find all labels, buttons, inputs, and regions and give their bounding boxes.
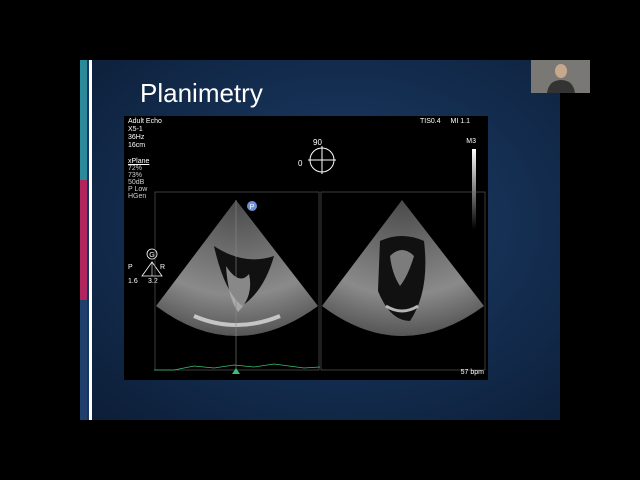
xplane-setting: P Low — [128, 186, 148, 193]
probe-value-left: 1.6 — [128, 278, 138, 285]
webcam-thumbnail[interactable] — [531, 60, 590, 93]
left-scan-plane: P — [154, 191, 320, 374]
probe-left-label: P — [128, 264, 133, 271]
side-band-pink — [80, 180, 87, 300]
echo-image: Adult Echo X5-1 36Hz 16cm xPlane 72% 73%… — [124, 116, 488, 380]
xplane-header: xPlane — [128, 158, 150, 165]
presentation-slide: Planimetry Adult Echo X5-1 36Hz 16cm xPl… — [80, 60, 560, 420]
xplane-setting: 72% — [128, 165, 143, 172]
heart-rate: 57 bpm — [460, 369, 484, 376]
slide-title: Planimetry — [140, 78, 263, 108]
side-band-teal — [80, 60, 87, 180]
side-band-navy — [80, 300, 87, 420]
right-scan-plane — [320, 191, 486, 371]
image-marker: P — [250, 204, 255, 211]
xplane-setting: 73% — [128, 172, 143, 179]
xplane-settings: xPlane 72% 73% 50dB P Low HGen — [128, 158, 149, 200]
xplane-setting: 50dB — [128, 179, 145, 186]
xplane-setting: HGen — [128, 193, 147, 200]
slide-divider-line — [89, 60, 92, 420]
person-icon — [531, 60, 590, 93]
